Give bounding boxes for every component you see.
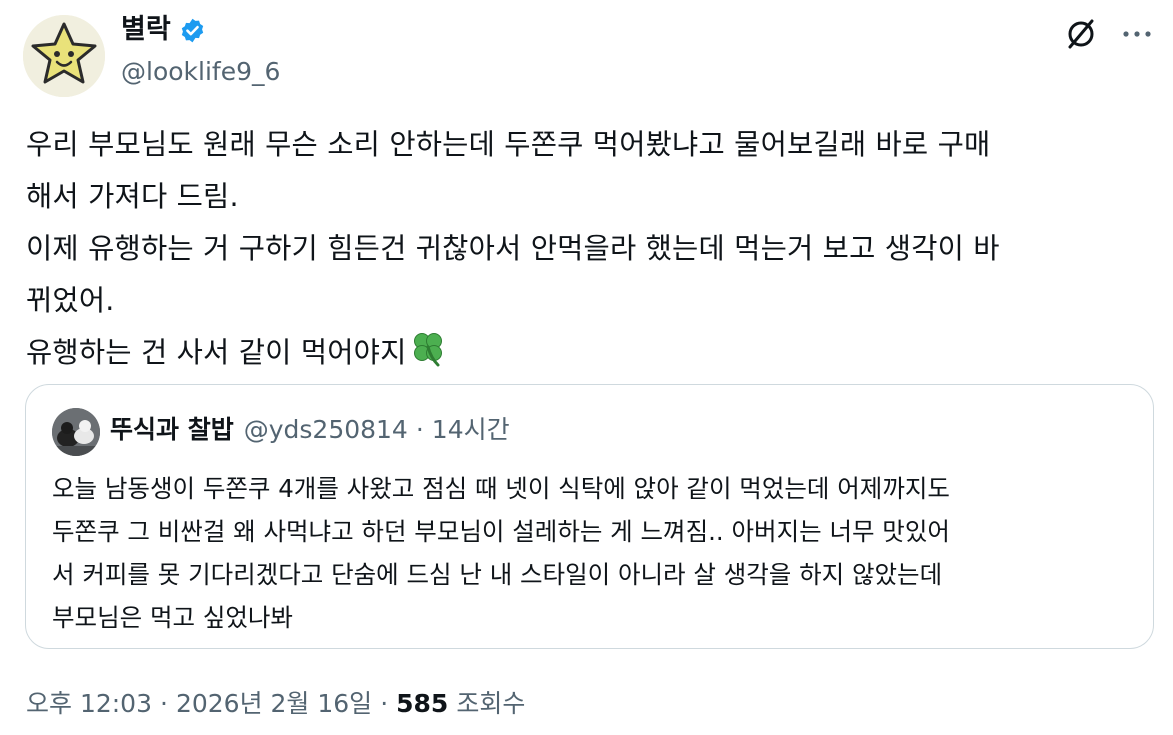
tweet-body: 우리 부모님도 원래 무슨 소리 안하는데 두쫀쿠 먹어봤냐고 물어보길래 바로… [26,128,1000,369]
quote-display-name: 뚜식과 찰밥 [110,415,234,444]
author-avatar[interactable] [23,15,105,97]
verified-badge-icon[interactable] [179,17,206,44]
tweet-text: 우리 부모님도 원래 무슨 소리 안하는데 두쫀쿠 먹어봤냐고 물어보길래 바로… [26,119,1146,385]
quote-handle: @yds250814 [243,415,408,444]
quote-time[interactable]: 14시간 [432,412,510,448]
tweet-date[interactable]: 2026년 2월 16일 [176,686,372,722]
tweet-meta: 오후 12:03 · 2026년 2월 16일 · 585 조회수 [26,686,525,722]
author-handle[interactable]: @looklife9_6 [121,55,280,89]
cats-photo-image [52,408,100,456]
meta-separator-2: · [380,689,389,718]
meta-separator: · [160,689,168,718]
author-name-row: 별락 [121,12,206,48]
quote-text: 오늘 남동생이 두쫀쿠 4개를 사왔고 점심 때 넷이 식탁에 앉아 같이 먹었… [52,474,950,632]
quoted-tweet-card[interactable]: 뚜식과 찰밥 @yds250814 · 14시간 오늘 남동생이 두쫀쿠 4개를… [25,384,1154,649]
grok-slash-circle-icon [1068,19,1094,49]
views-label: 조회수 [456,689,526,718]
quote-separator: · [415,415,424,444]
quote-header: 뚜식과 찰밥 @yds250814 · 14시간 [110,412,510,448]
quote-author-avatar[interactable] [52,408,100,456]
star-avatar-image [23,15,105,97]
author-display-name[interactable]: 별락 [121,12,171,48]
tweet-time[interactable]: 오후 12:03 [26,686,152,722]
more-dots-icon [1123,31,1151,37]
grok-button[interactable] [1061,14,1101,54]
views-count[interactable]: 585 [396,686,448,722]
more-options-button[interactable] [1117,14,1157,54]
four-leaf-clover-emoji [409,330,447,385]
